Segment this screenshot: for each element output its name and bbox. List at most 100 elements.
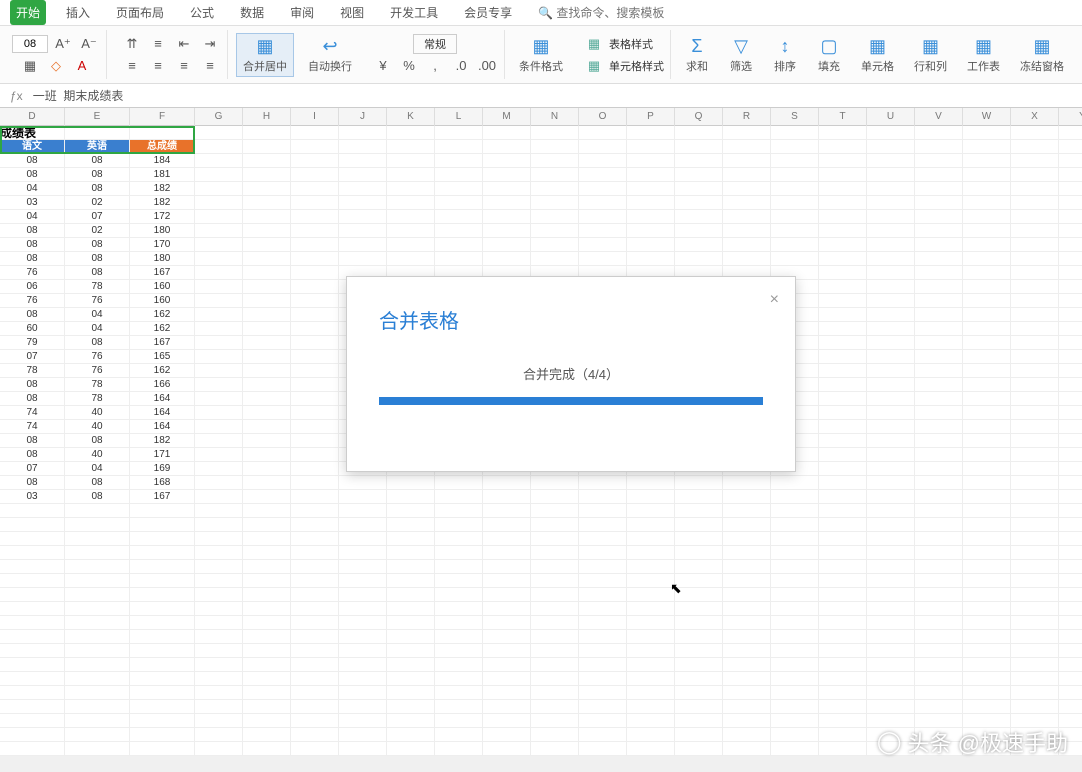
cell[interactable]: [819, 420, 867, 434]
cell[interactable]: 03: [0, 490, 65, 504]
freeze-button[interactable]: ▦冻结窗格: [1014, 34, 1070, 76]
cell[interactable]: [339, 672, 387, 686]
cell[interactable]: [963, 210, 1011, 224]
cell[interactable]: [819, 224, 867, 238]
cell[interactable]: [819, 700, 867, 714]
cell[interactable]: [291, 406, 339, 420]
cell[interactable]: [291, 168, 339, 182]
cell[interactable]: [387, 126, 435, 140]
cell[interactable]: [771, 742, 819, 756]
cell[interactable]: [435, 742, 483, 756]
cell[interactable]: [483, 476, 531, 490]
cell[interactable]: [195, 560, 243, 574]
cell[interactable]: [579, 644, 627, 658]
cell[interactable]: 08: [0, 448, 65, 462]
cell[interactable]: [339, 224, 387, 238]
cell[interactable]: [627, 210, 675, 224]
cell[interactable]: [387, 476, 435, 490]
cell[interactable]: [819, 294, 867, 308]
col-header[interactable]: H: [243, 108, 291, 126]
cell[interactable]: [819, 126, 867, 140]
cell[interactable]: [483, 210, 531, 224]
cell[interactable]: [291, 490, 339, 504]
cell[interactable]: [867, 126, 915, 140]
cell[interactable]: 语文: [0, 140, 65, 154]
cell[interactable]: [243, 308, 291, 322]
cell[interactable]: [291, 602, 339, 616]
cell[interactable]: [0, 616, 65, 630]
cell[interactable]: [867, 700, 915, 714]
cell[interactable]: 168: [130, 476, 195, 490]
cell[interactable]: [531, 560, 579, 574]
cell[interactable]: [915, 210, 963, 224]
cell[interactable]: 总成绩: [130, 140, 195, 154]
cell[interactable]: [771, 196, 819, 210]
cell[interactable]: [0, 588, 65, 602]
cell[interactable]: [1059, 448, 1082, 462]
cell[interactable]: [867, 602, 915, 616]
cell[interactable]: [723, 588, 771, 602]
cell[interactable]: [195, 602, 243, 616]
col-header[interactable]: K: [387, 108, 435, 126]
col-header[interactable]: G: [195, 108, 243, 126]
table-row[interactable]: [0, 686, 1082, 700]
cell[interactable]: [195, 490, 243, 504]
cell[interactable]: [531, 728, 579, 742]
cell[interactable]: [627, 630, 675, 644]
cell[interactable]: [435, 224, 483, 238]
cell[interactable]: [435, 700, 483, 714]
cell[interactable]: 07: [0, 462, 65, 476]
cell[interactable]: [771, 168, 819, 182]
cell[interactable]: [723, 126, 771, 140]
cell[interactable]: [579, 532, 627, 546]
table-row[interactable]: [0, 574, 1082, 588]
cell[interactable]: [1059, 364, 1082, 378]
cell[interactable]: [819, 392, 867, 406]
cell[interactable]: 40: [65, 406, 130, 420]
cell[interactable]: [243, 518, 291, 532]
cell[interactable]: [1011, 252, 1059, 266]
cell[interactable]: [243, 476, 291, 490]
cell[interactable]: [387, 504, 435, 518]
cell[interactable]: [243, 462, 291, 476]
cell[interactable]: [627, 588, 675, 602]
cell[interactable]: [867, 504, 915, 518]
col-header[interactable]: E: [65, 108, 130, 126]
cell[interactable]: [1011, 350, 1059, 364]
cell[interactable]: [483, 574, 531, 588]
cell[interactable]: [291, 140, 339, 154]
cell[interactable]: [963, 476, 1011, 490]
cell[interactable]: [867, 350, 915, 364]
cell[interactable]: [65, 546, 130, 560]
cell[interactable]: 04: [65, 462, 130, 476]
cell[interactable]: [867, 140, 915, 154]
cell[interactable]: [1059, 126, 1082, 140]
cell[interactable]: [675, 518, 723, 532]
cell[interactable]: [1011, 378, 1059, 392]
cell[interactable]: [291, 238, 339, 252]
cell[interactable]: [243, 700, 291, 714]
cell[interactable]: [1059, 406, 1082, 420]
cell[interactable]: [65, 504, 130, 518]
cell[interactable]: [915, 308, 963, 322]
cell[interactable]: 英语: [65, 140, 130, 154]
cell[interactable]: 170: [130, 238, 195, 252]
cell[interactable]: [963, 672, 1011, 686]
cell[interactable]: [0, 560, 65, 574]
cell[interactable]: [819, 630, 867, 644]
cell[interactable]: 162: [130, 322, 195, 336]
cell[interactable]: [867, 434, 915, 448]
cell[interactable]: [243, 406, 291, 420]
cell[interactable]: [627, 532, 675, 546]
cell[interactable]: 40: [65, 420, 130, 434]
cell[interactable]: [723, 644, 771, 658]
cell[interactable]: [819, 602, 867, 616]
cell[interactable]: [483, 714, 531, 728]
cell[interactable]: [819, 406, 867, 420]
cell[interactable]: [867, 518, 915, 532]
menu-tab-view[interactable]: 视图: [334, 0, 370, 25]
cell[interactable]: [339, 728, 387, 742]
cell[interactable]: [915, 196, 963, 210]
cell[interactable]: [675, 630, 723, 644]
cell[interactable]: 04: [65, 308, 130, 322]
